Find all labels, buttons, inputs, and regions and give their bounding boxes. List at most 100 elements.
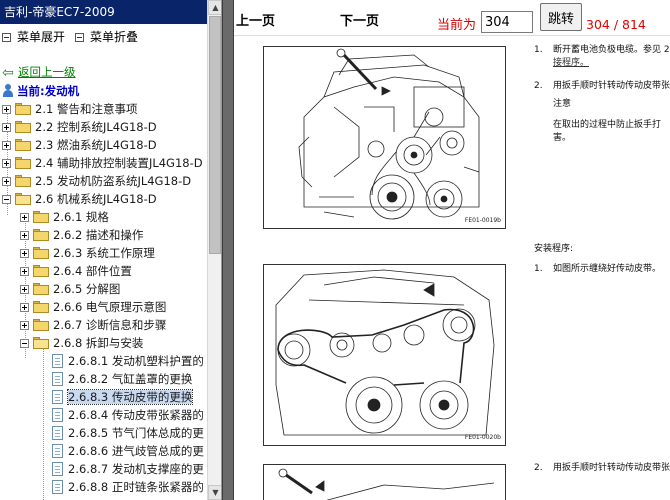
folder-icon <box>15 175 31 187</box>
document-page: FE01-0019b FE01-0020b 1. 断开蓄电池负极电缆。参见 2.… <box>234 36 670 500</box>
procedure-link[interactable]: 接程序。 <box>553 57 589 70</box>
collapse-minus-icon[interactable] <box>2 195 11 204</box>
expand-plus-icon[interactable] <box>2 105 11 114</box>
wrench-drawing <box>278 468 495 500</box>
folder-icon <box>33 301 49 313</box>
page-toolbar: 上一页 下一页 当前为 跳转 304 / 814 <box>234 0 670 36</box>
tree-document[interactable]: 2.6.8.2 气缸盖罩的更换 <box>52 370 192 388</box>
expand-menu-button[interactable]: 菜单展开 <box>2 28 65 46</box>
document-icon <box>52 426 63 440</box>
engine-illustration-3 <box>263 464 506 500</box>
collapse-menu-button[interactable]: 菜单折叠 <box>75 28 138 46</box>
install-heading: 安装程序: <box>534 244 574 254</box>
document-icon <box>52 480 63 494</box>
expand-plus-icon[interactable] <box>20 213 29 222</box>
folder-icon <box>15 139 31 151</box>
tree-document[interactable]: 2.6.8.5 节气门体总成的更 <box>52 424 204 442</box>
folder-icon <box>15 157 31 169</box>
collapse-minus-icon[interactable] <box>20 339 29 348</box>
current-page-label: 当前为 <box>437 18 477 33</box>
tree-subsection[interactable]: 2.6.1 规格 <box>20 208 109 226</box>
pane-splitter[interactable] <box>222 0 234 500</box>
folder-icon <box>33 229 49 241</box>
figure-code: FE01-0020b <box>464 434 501 441</box>
tree-document[interactable]: 2.6.8.1 发动机塑料护置的 <box>52 352 204 370</box>
expand-menu-label: 菜单展开 <box>17 30 66 44</box>
scroll-up-icon[interactable]: ▲ <box>208 0 221 15</box>
figure-code: FE01-0019b <box>464 217 501 224</box>
tree-section[interactable]: 2.2 控制系统JL4G18-D <box>2 118 157 136</box>
folder-icon <box>33 319 49 331</box>
tree-subsection[interactable]: 2.6.8 拆卸与安装 <box>20 334 143 352</box>
document-pane: 上一页 下一页 当前为 跳转 304 / 814 <box>234 0 670 500</box>
expand-plus-icon[interactable] <box>2 177 11 186</box>
tree-subsection[interactable]: 2.6.7 诊断信息和步骤 <box>20 316 166 334</box>
user-icon <box>2 84 14 97</box>
expand-plus-icon[interactable] <box>20 249 29 258</box>
back-link[interactable]: ⇦ 返回上一级 <box>2 64 76 80</box>
tree-document[interactable]: 2.6.8.8 正时链条张紧器的 <box>52 478 204 496</box>
folder-icon <box>15 103 31 115</box>
folder-icon <box>15 121 31 133</box>
jump-button[interactable]: 跳转 <box>540 3 582 31</box>
folder-open-icon <box>15 193 31 205</box>
expand-plus-icon[interactable] <box>20 285 29 294</box>
page-number-input[interactable] <box>481 11 533 33</box>
tree-subsection[interactable]: 2.6.3 系统工作原理 <box>20 244 155 262</box>
tree-scrollbar[interactable]: ▲ ▼ <box>207 0 221 500</box>
scroll-thumb[interactable] <box>209 16 221 254</box>
notice-line: 害。 <box>553 133 572 143</box>
app-title: 吉利-帝豪EC7-2009 <box>0 0 207 24</box>
tree-subsection[interactable]: 2.6.5 分解图 <box>20 280 120 298</box>
back-link-label: 返回上一级 <box>18 65 76 79</box>
notice-line: 在取出的过程中防止扳手打 <box>553 120 662 130</box>
folder-icon <box>33 247 49 259</box>
notice-title: 注意 <box>553 99 572 109</box>
tree-document[interactable]: 2.6.8.6 进气歧管总成的更 <box>52 442 204 460</box>
tree-section[interactable]: 2.5 发动机防盗系统JL4G18-D <box>2 172 191 190</box>
tree-section[interactable]: 2.1 警告和注意事项 <box>2 100 137 118</box>
engine-illustration-2: FE01-0020b <box>263 264 506 446</box>
document-icon <box>52 372 63 386</box>
engine-drawing-1 <box>298 48 480 220</box>
tree-document[interactable]: 2.6.8.4 传动皮带张紧器的 <box>52 406 204 424</box>
expand-plus-icon[interactable] <box>20 231 29 240</box>
collapse-all-icon <box>75 33 84 42</box>
expand-plus-icon[interactable] <box>20 303 29 312</box>
collapse-menu-label: 菜单折叠 <box>90 30 139 44</box>
engine-illustration-1: FE01-0019b <box>263 46 506 229</box>
scroll-down-icon[interactable]: ▼ <box>208 485 221 500</box>
belt-routing-drawing <box>275 269 495 436</box>
expand-plus-icon[interactable] <box>20 321 29 330</box>
document-icon <box>52 462 63 476</box>
next-page-button[interactable]: 下一页 <box>340 10 379 29</box>
tree-view: 菜单展开 菜单折叠 ⇦ 返回上一级 当前:发动机 2.1 警告和注意事项 2.2 … <box>0 24 207 500</box>
document-icon <box>52 390 63 404</box>
tree-subsection[interactable]: 2.6.2 描述和操作 <box>20 226 143 244</box>
expand-plus-icon[interactable] <box>2 141 11 150</box>
prev-page-button[interactable]: 上一页 <box>236 10 275 29</box>
current-location-label: 当前:发动机 <box>17 84 80 98</box>
tree-document[interactable]: 2.6.8.7 发动机支撑座的更 <box>52 460 204 478</box>
tree-document-selected[interactable]: 2.6.8.3 传动皮带的更换 <box>52 388 194 406</box>
back-arrow-icon: ⇦ <box>2 65 14 81</box>
folder-open-icon <box>33 337 49 349</box>
expand-plus-icon[interactable] <box>2 159 11 168</box>
tree-subsection[interactable]: 2.6.6 电气原理示意图 <box>20 298 166 316</box>
document-icon <box>52 444 63 458</box>
document-icon <box>52 354 63 368</box>
current-location: 当前:发动机 <box>2 82 79 100</box>
navigation-pane: 吉利-帝豪EC7-2009 菜单展开 菜单折叠 ⇦ 返回上一级 当前:发动机 2.… <box>0 0 222 500</box>
tree-section[interactable]: 2.6 机械系统JL4G18-D <box>2 190 157 208</box>
tree-section[interactable]: 2.3 燃油系统JL4G18-D <box>2 136 157 154</box>
expand-all-icon <box>2 33 11 42</box>
expand-plus-icon[interactable] <box>2 123 11 132</box>
page-count: 304 / 814 <box>586 17 646 32</box>
folder-icon <box>33 211 49 223</box>
expand-plus-icon[interactable] <box>20 267 29 276</box>
tree-subsection[interactable]: 2.6.4 部件位置 <box>20 262 132 280</box>
folder-icon <box>33 283 49 295</box>
tree-section[interactable]: 2.4 辅助排放控制装置JL4G18-D <box>2 154 203 172</box>
document-icon <box>52 408 63 422</box>
folder-icon <box>33 265 49 277</box>
